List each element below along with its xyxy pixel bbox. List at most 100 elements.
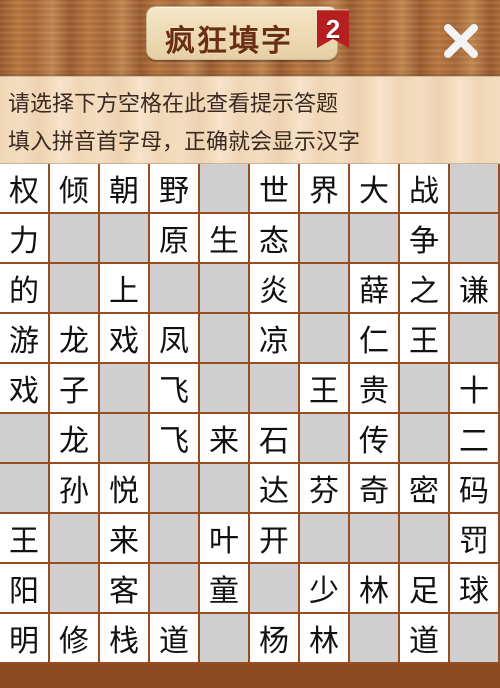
grid-cell-filled[interactable]: 游: [0, 314, 50, 364]
grid-cell-filled[interactable]: 少: [300, 564, 350, 614]
grid-cell-blank[interactable]: [50, 264, 100, 314]
grid-cell-blank[interactable]: [250, 364, 300, 414]
grid-cell-filled[interactable]: 大: [350, 164, 400, 214]
grid-cell-filled[interactable]: 力: [0, 214, 50, 264]
grid-cell-filled[interactable]: 奇: [350, 464, 400, 514]
grid-cell-filled[interactable]: 球: [450, 564, 500, 614]
grid-cell-filled[interactable]: 来: [100, 514, 150, 564]
grid-cell-blank[interactable]: [350, 214, 400, 264]
grid-cell-blank[interactable]: [150, 564, 200, 614]
grid-cell-filled[interactable]: 野: [150, 164, 200, 214]
grid-cell-filled[interactable]: 王: [400, 314, 450, 364]
grid-cell-blank[interactable]: [400, 414, 450, 464]
grid-cell-filled[interactable]: 戏: [0, 364, 50, 414]
grid-cell-blank[interactable]: [300, 514, 350, 564]
grid-cell-blank[interactable]: [450, 164, 500, 214]
grid-cell-filled[interactable]: 石: [250, 414, 300, 464]
grid-cell-filled[interactable]: 道: [150, 614, 200, 664]
grid-cell-blank[interactable]: [200, 264, 250, 314]
grid-cell-filled[interactable]: 林: [300, 614, 350, 664]
grid-cell-blank[interactable]: [100, 214, 150, 264]
grid-cell-filled[interactable]: 炎: [250, 264, 300, 314]
grid-cell-filled[interactable]: 明: [0, 614, 50, 664]
grid-cell-blank[interactable]: [300, 414, 350, 464]
grid-cell-filled[interactable]: 戏: [100, 314, 150, 364]
grid-cell-blank[interactable]: [50, 214, 100, 264]
grid-cell-blank[interactable]: [200, 314, 250, 364]
grid-cell-filled[interactable]: 上: [100, 264, 150, 314]
grid-cell-filled[interactable]: 栈: [100, 614, 150, 664]
grid-cell-filled[interactable]: 战: [400, 164, 450, 214]
grid-cell-blank[interactable]: [350, 514, 400, 564]
grid-cell-filled[interactable]: 王: [300, 364, 350, 414]
grid-cell-filled[interactable]: 生: [200, 214, 250, 264]
grid-cell-blank[interactable]: [300, 264, 350, 314]
grid-cell-filled[interactable]: 达: [250, 464, 300, 514]
grid-cell-filled[interactable]: 二: [450, 414, 500, 464]
grid-cell-filled[interactable]: 王: [0, 514, 50, 564]
grid-cell-filled[interactable]: 足: [400, 564, 450, 614]
grid-cell-filled[interactable]: 态: [250, 214, 300, 264]
grid-cell-filled[interactable]: 凉: [250, 314, 300, 364]
grid-cell-filled[interactable]: 叶: [200, 514, 250, 564]
grid-cell-filled[interactable]: 谦: [450, 264, 500, 314]
grid-cell-blank[interactable]: [0, 464, 50, 514]
grid-cell-blank[interactable]: [100, 414, 150, 464]
grid-cell-filled[interactable]: 传: [350, 414, 400, 464]
grid-cell-filled[interactable]: 之: [400, 264, 450, 314]
grid-cell-filled[interactable]: 原: [150, 214, 200, 264]
grid-cell-filled[interactable]: 子: [50, 364, 100, 414]
grid-cell-blank[interactable]: [50, 514, 100, 564]
grid-cell-blank[interactable]: [300, 214, 350, 264]
grid-cell-blank[interactable]: [450, 614, 500, 664]
grid-cell-blank[interactable]: [200, 614, 250, 664]
grid-cell-blank[interactable]: [150, 514, 200, 564]
grid-cell-filled[interactable]: 客: [100, 564, 150, 614]
grid-cell-filled[interactable]: 林: [350, 564, 400, 614]
grid-cell-filled[interactable]: 杨: [250, 614, 300, 664]
grid-cell-blank[interactable]: [0, 414, 50, 464]
grid-cell-blank[interactable]: [200, 464, 250, 514]
grid-cell-filled[interactable]: 薛: [350, 264, 400, 314]
grid-cell-filled[interactable]: 世: [250, 164, 300, 214]
grid-cell-filled[interactable]: 争: [400, 214, 450, 264]
grid-cell-filled[interactable]: 倾: [50, 164, 100, 214]
grid-cell-filled[interactable]: 开: [250, 514, 300, 564]
grid-cell-filled[interactable]: 修: [50, 614, 100, 664]
grid-cell-filled[interactable]: 权: [0, 164, 50, 214]
grid-cell-filled[interactable]: 悦: [100, 464, 150, 514]
grid-cell-filled[interactable]: 界: [300, 164, 350, 214]
grid-cell-filled[interactable]: 朝: [100, 164, 150, 214]
close-button[interactable]: [432, 12, 490, 70]
grid-cell-filled[interactable]: 凤: [150, 314, 200, 364]
grid-cell-blank[interactable]: [100, 364, 150, 414]
grid-cell-blank[interactable]: [400, 514, 450, 564]
grid-cell-filled[interactable]: 飞: [150, 414, 200, 464]
grid-cell-filled[interactable]: 飞: [150, 364, 200, 414]
grid-cell-blank[interactable]: [450, 314, 500, 364]
grid-cell-blank[interactable]: [50, 564, 100, 614]
grid-cell-filled[interactable]: 芬: [300, 464, 350, 514]
grid-cell-blank[interactable]: [150, 264, 200, 314]
grid-cell-filled[interactable]: 密: [400, 464, 450, 514]
grid-cell-blank[interactable]: [250, 564, 300, 614]
grid-cell-filled[interactable]: 来: [200, 414, 250, 464]
grid-cell-blank[interactable]: [200, 364, 250, 414]
grid-cell-blank[interactable]: [400, 364, 450, 414]
grid-cell-filled[interactable]: 贵: [350, 364, 400, 414]
grid-cell-filled[interactable]: 道: [400, 614, 450, 664]
grid-cell-filled[interactable]: 罚: [450, 514, 500, 564]
grid-cell-filled[interactable]: 龙: [50, 414, 100, 464]
grid-cell-blank[interactable]: [350, 614, 400, 664]
grid-cell-filled[interactable]: 仁: [350, 314, 400, 364]
grid-cell-blank[interactable]: [200, 164, 250, 214]
grid-cell-filled[interactable]: 龙: [50, 314, 100, 364]
grid-cell-filled[interactable]: 十: [450, 364, 500, 414]
grid-cell-filled[interactable]: 孙: [50, 464, 100, 514]
grid-cell-filled[interactable]: 码: [450, 464, 500, 514]
grid-cell-blank[interactable]: [450, 214, 500, 264]
grid-cell-filled[interactable]: 阳: [0, 564, 50, 614]
grid-cell-filled[interactable]: 的: [0, 264, 50, 314]
grid-cell-blank[interactable]: [300, 314, 350, 364]
grid-cell-blank[interactable]: [150, 464, 200, 514]
